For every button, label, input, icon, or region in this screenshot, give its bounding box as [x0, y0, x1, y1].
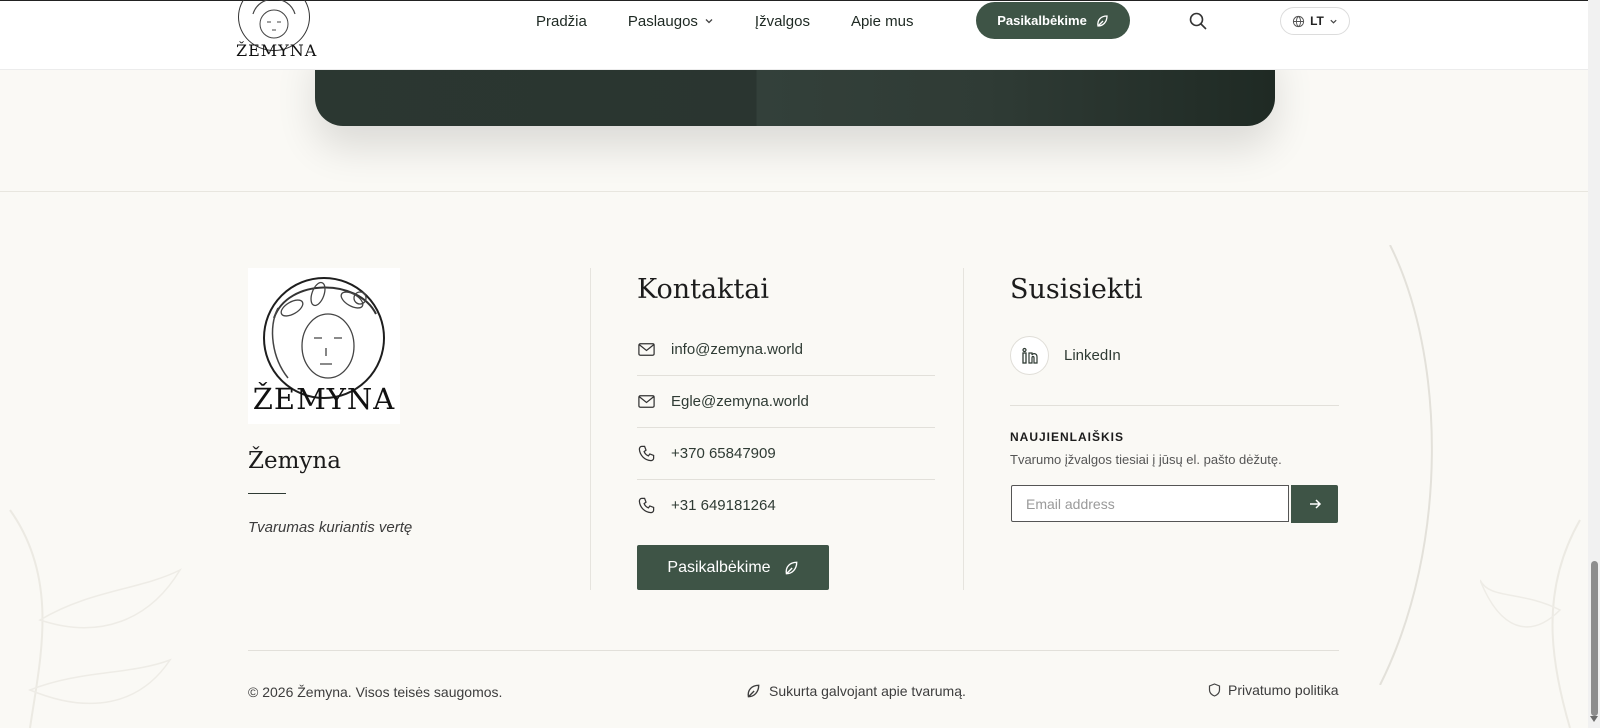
column-divider: [963, 268, 964, 590]
contact-email-info[interactable]: info@zemyna.world: [637, 323, 935, 376]
decorative-leaves-right: [1480, 519, 1581, 728]
footer-logo-text: ŽEMYNA: [252, 382, 396, 416]
language-selector[interactable]: LT: [1280, 7, 1350, 35]
leaf-icon: [1097, 14, 1108, 27]
contact-value: +31 649181264: [671, 496, 776, 514]
section-divider: [0, 191, 1588, 192]
scroll-down-arrow-icon[interactable]: [1590, 716, 1598, 722]
phone-icon: [638, 445, 655, 461]
nav-label: Paslaugos: [627, 12, 698, 30]
copyright-text: © 2026 Žemyna. Visos teisės saugomos.: [248, 684, 503, 700]
chevron-down-icon: [1330, 19, 1337, 24]
contact-value: +370 65847909: [671, 444, 776, 462]
newsletter-submit-button[interactable]: [1291, 485, 1338, 523]
nav-item-paslaugos[interactable]: Paslaugos: [628, 13, 714, 30]
newsletter-title: NAUJIENLAIŠKIS: [1010, 430, 1125, 444]
phone-icon: [638, 497, 655, 513]
brand-name: Žemyna: [248, 448, 341, 474]
privacy-label: Privatumo politika: [1228, 682, 1339, 698]
header-cta-label: Pasikalbėkime: [997, 13, 1087, 28]
header-logo[interactable]: ŽEMYNA: [236, 0, 318, 65]
connect-divider: [1010, 405, 1339, 406]
decorative-curve: [1379, 245, 1433, 685]
bottom-divider: [248, 650, 1339, 651]
decorative-leaves-left: [9, 509, 182, 728]
nav-label: Apie mus: [850, 12, 914, 30]
language-label: LT: [1310, 14, 1324, 28]
site-header: ŽEMYNA Pradžia Paslaugos Įžvalgos Apie m…: [0, 0, 1588, 69]
leaf-icon: [785, 561, 797, 574]
arrow-right-icon: [1309, 499, 1321, 509]
nav-item-apie-mus[interactable]: Apie mus: [851, 13, 914, 30]
search-icon[interactable]: [1188, 11, 1208, 31]
contact-phone-nl[interactable]: +31 649181264: [637, 479, 935, 531]
header-logo-text: ŽEMYNA: [236, 41, 318, 60]
contact-value: Egle@zemyna.world: [671, 392, 809, 410]
contacts-title: Kontaktai: [637, 274, 769, 305]
mail-icon: [638, 394, 655, 408]
scrollbar-thumb[interactable]: [1591, 561, 1598, 716]
brand-tagline: Tvarumas kuriantis vertę: [248, 519, 413, 536]
column-divider: [590, 268, 591, 590]
chevron-down-icon: [705, 19, 713, 24]
connect-title: Susisiekti: [1010, 274, 1143, 305]
talk-button[interactable]: Pasikalbėkime: [637, 545, 829, 590]
linkedin-icon: [1010, 336, 1049, 375]
brand-underline: [248, 493, 286, 494]
main-nav: Pradžia Paslaugos Įžvalgos Apie mus: [536, 1, 954, 41]
leaf-icon: [747, 684, 760, 698]
globe-icon: [1293, 15, 1305, 27]
newsletter-description: Tvarumo įžvalgos tiesiai į jūsų el. pašt…: [1010, 452, 1282, 467]
nav-label: Pradžia: [536, 12, 587, 30]
talk-button-label: Pasikalbėkime: [667, 558, 771, 576]
linkedin-link[interactable]: LinkedIn: [1010, 336, 1121, 375]
sustainability-text: Sukurta galvojant apie tvarumą.: [769, 683, 966, 699]
nav-item-izvalgos[interactable]: Įžvalgos: [755, 13, 810, 30]
contact-phone-lt[interactable]: +370 65847909: [637, 427, 935, 480]
newsletter-email-input[interactable]: [1011, 485, 1289, 522]
contact-email-egle[interactable]: Egle@zemyna.world: [637, 375, 935, 428]
privacy-policy-link[interactable]: Privatumo politika: [1208, 682, 1339, 698]
shield-icon: [1208, 683, 1221, 697]
nav-item-pradzia[interactable]: Pradžia: [536, 13, 587, 30]
header-cta-button[interactable]: Pasikalbėkime: [976, 2, 1130, 39]
contact-value: info@zemyna.world: [671, 340, 803, 358]
nav-label: Įžvalgos: [754, 12, 810, 30]
footer-logo[interactable]: ŽEMYNA: [248, 268, 400, 424]
mail-icon: [638, 342, 655, 356]
sustainability-note: Sukurta galvojant apie tvarumą.: [745, 683, 966, 699]
linkedin-label: LinkedIn: [1064, 347, 1121, 364]
